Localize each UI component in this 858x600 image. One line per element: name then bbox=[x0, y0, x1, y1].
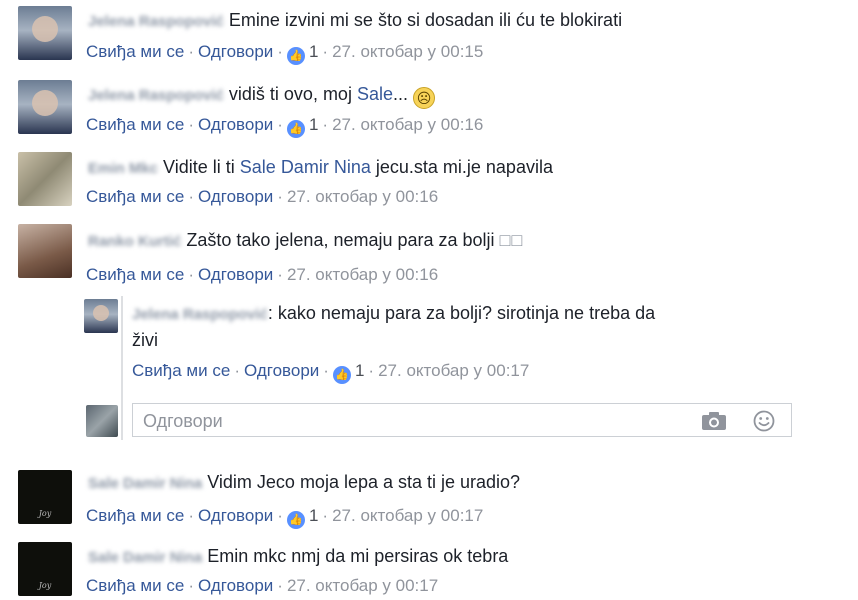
avatar[interactable] bbox=[18, 152, 72, 206]
like-button[interactable]: Свиђа ми се bbox=[132, 361, 230, 380]
avatar[interactable] bbox=[18, 6, 72, 60]
comment-text-continued: živi bbox=[132, 330, 158, 350]
comment-text: Emin mkc nmj da mi persiras ok tebra bbox=[207, 546, 509, 566]
comment-author[interactable]: Emin Mkc bbox=[88, 160, 158, 177]
comment-text: Zašto tako jelena, nemaju para za bolji bbox=[186, 230, 495, 250]
like-button[interactable]: Свиђа ми се bbox=[86, 506, 184, 525]
avatar[interactable] bbox=[18, 224, 72, 278]
timestamp[interactable]: 27. октобар у 00:15 bbox=[332, 42, 483, 61]
like-count[interactable]: 1 bbox=[309, 115, 318, 134]
like-button[interactable]: Свиђа ми се bbox=[86, 115, 184, 134]
like-thumb-icon[interactable]: 👍 bbox=[286, 511, 305, 529]
like-button[interactable]: Свиђа ми се bbox=[86, 265, 184, 284]
comment-text: : kako nemaju para za bolji? sirotinja n… bbox=[267, 303, 656, 323]
timestamp[interactable]: 27. октобар у 00:17 bbox=[332, 506, 483, 525]
comment-author[interactable]: Jelena Raspopović bbox=[132, 306, 268, 323]
comment-text: vidiš ti ovo, moj bbox=[228, 84, 352, 104]
mention-link[interactable]: Damir bbox=[281, 157, 329, 177]
mention-link[interactable]: Sale bbox=[240, 157, 276, 177]
like-count[interactable]: 1 bbox=[309, 506, 318, 525]
like-count[interactable]: 1 bbox=[309, 42, 318, 61]
comment-author[interactable]: Sale Damir Nina bbox=[88, 475, 202, 492]
timestamp[interactable]: 27. октобар у 00:17 bbox=[378, 361, 529, 380]
comment-author[interactable]: Jelena Raspopović bbox=[88, 87, 224, 104]
reply-button[interactable]: Одговори bbox=[198, 506, 273, 525]
timestamp[interactable]: 27. октобар у 00:17 bbox=[287, 576, 438, 595]
reply-composer[interactable] bbox=[132, 403, 792, 437]
avatar[interactable] bbox=[18, 470, 72, 524]
like-button[interactable]: Свиђа ми се bbox=[86, 576, 184, 595]
camera-icon[interactable] bbox=[701, 411, 727, 431]
mention-link[interactable]: Nina bbox=[334, 157, 371, 177]
timestamp[interactable]: 27. октобар у 00:16 bbox=[287, 265, 438, 284]
reply-button[interactable]: Одговори bbox=[198, 265, 273, 284]
reply-thread-line bbox=[121, 296, 123, 440]
comment-text: Emine izvini mi se što si dosadan ili ću… bbox=[228, 10, 623, 30]
mention-link[interactable]: Sale bbox=[357, 84, 393, 104]
comment-text: Vidite li ti bbox=[163, 157, 235, 177]
reply-button[interactable]: Одговори bbox=[198, 187, 273, 206]
comment-text: Vidim Jeco moja lepa a sta ti je uradio? bbox=[207, 472, 521, 492]
like-button[interactable]: Свиђа ми се bbox=[86, 187, 184, 206]
like-thumb-icon[interactable]: 👍 bbox=[286, 47, 305, 65]
timestamp[interactable]: 27. октобар у 00:16 bbox=[332, 115, 483, 134]
avatar[interactable] bbox=[84, 299, 118, 333]
current-user-avatar bbox=[86, 405, 118, 437]
comment-author[interactable]: Sale Damir Nina bbox=[88, 549, 202, 566]
comment-author[interactable]: Ranko Kurtić bbox=[88, 233, 181, 250]
timestamp[interactable]: 27. октобар у 00:16 bbox=[287, 187, 438, 206]
avatar[interactable] bbox=[18, 80, 72, 134]
like-count[interactable]: 1 bbox=[355, 361, 364, 380]
reply-button[interactable]: Одговори bbox=[198, 115, 273, 134]
like-button[interactable]: Свиђа ми се bbox=[86, 42, 184, 61]
reply-button[interactable]: Одговори bbox=[198, 576, 273, 595]
comment-author[interactable]: Jelena Raspopović bbox=[88, 13, 224, 30]
smiley-icon[interactable] bbox=[753, 410, 775, 432]
like-thumb-icon[interactable]: 👍 bbox=[332, 366, 351, 384]
reply-button[interactable]: Одговори bbox=[198, 42, 273, 61]
unrendered-glyphs: □□ bbox=[499, 230, 524, 250]
avatar[interactable] bbox=[18, 542, 72, 596]
reply-button[interactable]: Одговори bbox=[244, 361, 319, 380]
frown-emoji-icon: ☹ bbox=[413, 87, 436, 109]
like-thumb-icon[interactable]: 👍 bbox=[286, 120, 305, 138]
reply-input[interactable] bbox=[143, 410, 683, 432]
